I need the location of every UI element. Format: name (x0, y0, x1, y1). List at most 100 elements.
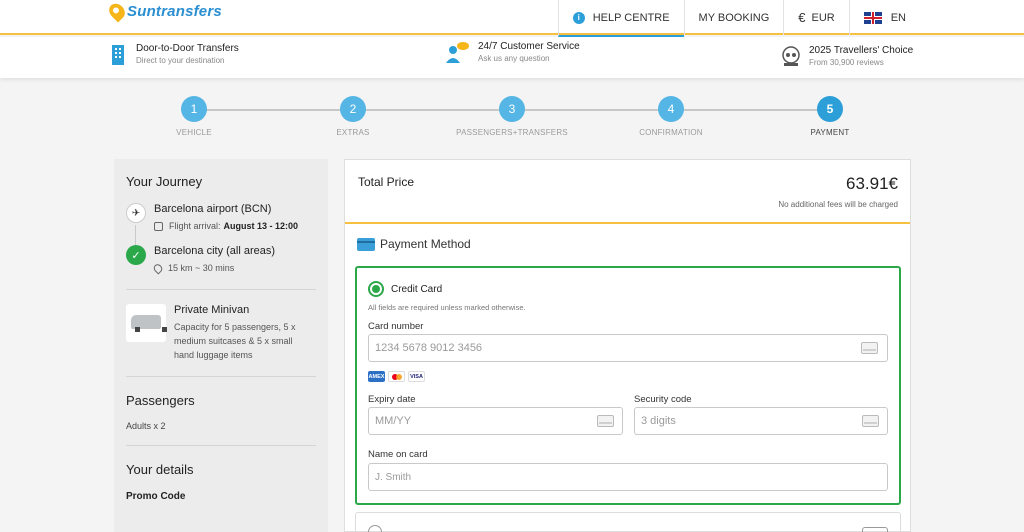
my-booking-label: MY BOOKING (698, 11, 770, 24)
top-header: Suntransfers i HELP CENTRE MY BOOKING € … (0, 0, 1024, 37)
check-icon: ✓ (126, 245, 146, 265)
language-label: EN (890, 11, 906, 24)
help-centre-label: HELP CENTRE (592, 11, 670, 24)
expiry-card-icon (597, 415, 614, 427)
step-label: VEHICLE (176, 128, 212, 137)
total-price-label: Total Price (358, 175, 415, 189)
flight-arrival-value: August 13 - 12:00 (223, 221, 299, 231)
card-number-label: Card number (368, 321, 424, 332)
top-nav: i HELP CENTRE MY BOOKING € EUR EN (557, 0, 1024, 37)
step-number: 1 (181, 96, 207, 122)
calendar-icon (154, 221, 163, 231)
language-selector[interactable]: EN (848, 0, 1024, 35)
total-price-note: No additional fees will be charged (778, 200, 898, 209)
feature-subtitle: Direct to your destination (136, 56, 225, 65)
step-label: EXTRAS (336, 128, 370, 137)
step-label: PASSENGERS+TRANSFERS (456, 128, 568, 137)
award-badge-icon (781, 45, 801, 67)
feature-customer-service: 24/7 Customer Service Ask us any questio… (446, 41, 580, 63)
credit-card-label: Credit Card (391, 284, 443, 295)
feature-subtitle: From 30,900 reviews (809, 58, 884, 67)
credit-card-radio[interactable] (368, 281, 384, 297)
expiry-date-label: Expiry date (368, 394, 416, 405)
plane-icon: ✈ (126, 203, 146, 223)
step-number: 3 (499, 96, 525, 122)
passengers-title: Passengers (126, 393, 195, 408)
credit-card-option[interactable]: Credit Card All fields are required unle… (355, 266, 901, 505)
required-fields-note: All fields are required unless marked ot… (368, 303, 526, 312)
my-booking-link[interactable]: MY BOOKING (683, 0, 784, 35)
name-on-card-input[interactable] (368, 463, 888, 491)
card-placeholder-icon (861, 342, 878, 354)
flight-arrival-label: Flight arrival: (169, 221, 221, 231)
step-passengers-transfers[interactable]: 3 PASSENGERS+TRANSFERS (452, 96, 572, 137)
currency-selector[interactable]: € EUR (783, 0, 848, 35)
step-number: 2 (340, 96, 366, 122)
feature-travellers-choice: 2025 Travellers' Choice From 30,900 revi… (781, 45, 913, 67)
amex-icon: AMEX (368, 371, 385, 382)
feature-title: 2025 Travellers' Choice (809, 45, 914, 56)
location-pin-icon (151, 261, 165, 275)
accepted-cards: AMEX VISA (368, 371, 428, 382)
credit-card-icon (357, 237, 375, 251)
divider (126, 445, 316, 446)
trip-distance: 15 km ~ 30 mins (151, 261, 316, 275)
payment-method-header: Payment Method (357, 237, 471, 251)
currency-label: EUR (811, 11, 835, 24)
feature-door-to-door: Door-to-Door Transfers Direct to your de… (110, 43, 239, 65)
minivan-icon (126, 304, 167, 342)
alternative-payment-radio[interactable] (368, 525, 382, 532)
step-vehicle[interactable]: 1 VEHICLE (134, 96, 254, 137)
journey-title: Your Journey (126, 174, 203, 189)
name-on-card-label: Name on card (368, 449, 428, 460)
booking-stepper: 1 VEHICLE 2 EXTRAS 3 PASSENGERS+TRANSFER… (120, 96, 910, 142)
destination-name: Barcelona city (all areas) (154, 245, 276, 257)
logo-text: Suntransfers (127, 3, 222, 20)
help-centre-link[interactable]: i HELP CENTRE (557, 0, 684, 37)
payment-method-title: Payment Method (380, 237, 471, 251)
divider (126, 289, 316, 290)
payment-panel: Total Price 63.91€ No additional fees wi… (344, 159, 911, 532)
vehicle-description: Capacity for 5 passengers, 5 x medium su… (174, 322, 296, 360)
step-number: 4 (658, 96, 684, 122)
uk-flag-icon (863, 11, 882, 24)
vehicle-summary: Private Minivan Capacity for 5 passenger… (126, 304, 316, 362)
building-icon (110, 43, 128, 65)
payment-badge-icon (862, 527, 888, 532)
security-code-input[interactable] (634, 407, 888, 435)
mastercard-icon (388, 371, 405, 382)
total-price-amount: 63.91€ (846, 174, 898, 193)
origin-name: Barcelona airport (BCN) (154, 203, 272, 215)
step-confirmation[interactable]: 4 CONFIRMATION (611, 96, 731, 137)
journey-origin: ✈ Barcelona airport (BCN) Flight arrival… (126, 203, 316, 251)
step-extras[interactable]: 2 EXTRAS (293, 96, 413, 137)
flight-arrival: Flight arrival: August 13 - 12:00 (154, 221, 316, 231)
step-label: CONFIRMATION (639, 128, 703, 137)
visa-icon: VISA (408, 371, 425, 382)
suntransfers-logo[interactable]: Suntransfers (106, 0, 222, 23)
feature-subtitle: Ask us any question (478, 54, 550, 63)
journey-sidebar: Your Journey ✈ Barcelona airport (BCN) F… (114, 159, 328, 532)
alternative-payment-option[interactable] (355, 512, 901, 532)
step-payment: 5 PAYMENT (770, 96, 890, 137)
cvv-card-icon (862, 415, 879, 427)
divider (126, 376, 316, 377)
journey-destination: ✓ Barcelona city (all areas) 15 km ~ 30 … (126, 245, 316, 275)
card-number-input[interactable] (368, 334, 888, 362)
security-code-label: Security code (634, 394, 692, 405)
feature-title: Door-to-Door Transfers (136, 43, 239, 54)
euro-icon: € (798, 10, 806, 25)
vehicle-name: Private Minivan (174, 304, 250, 316)
details-title: Your details (126, 462, 194, 477)
expiry-date-input[interactable] (368, 407, 623, 435)
feature-title: 24/7 Customer Service (478, 41, 580, 52)
promo-code-label[interactable]: Promo Code (126, 491, 316, 502)
logo-pin-icon (106, 0, 128, 23)
passengers-value: Adults x 2 (126, 421, 166, 431)
info-icon: i (572, 11, 585, 24)
total-price-box: Total Price 63.91€ No additional fees wi… (345, 160, 910, 224)
step-label: PAYMENT (810, 128, 850, 137)
support-agent-icon (446, 41, 470, 63)
features-strip: Door-to-Door Transfers Direct to your de… (0, 37, 1024, 78)
step-number: 5 (817, 96, 843, 122)
